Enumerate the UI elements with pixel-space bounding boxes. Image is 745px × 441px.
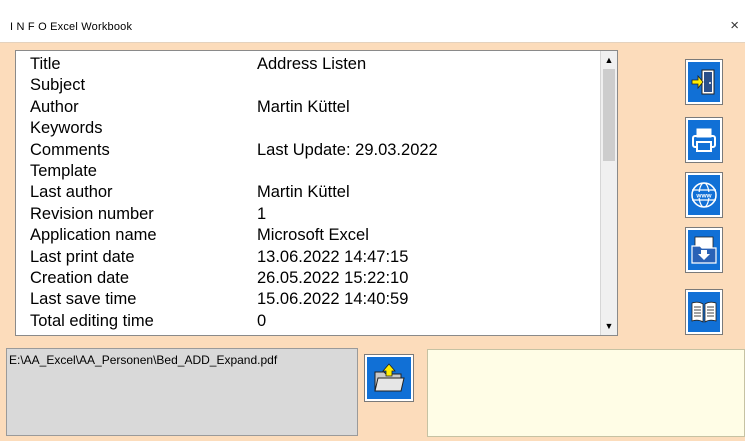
- property-value: 13.06.2022 14:47:15: [257, 247, 409, 266]
- property-value: Last Update: 29.03.2022: [257, 140, 438, 159]
- property-label: Template: [30, 161, 97, 180]
- property-label: Revision number: [30, 204, 154, 223]
- www-globe-icon: www: [691, 182, 717, 208]
- property-value: [257, 75, 600, 96]
- property-label: Application name: [30, 226, 157, 245]
- property-value: 15.06.2022 14:40:59: [257, 290, 409, 309]
- property-label: Last author: [30, 183, 113, 202]
- property-row[interactable]: Comments Last Update: 29.03.2022: [30, 140, 600, 161]
- property-label: Comments: [30, 140, 110, 159]
- property-row[interactable]: Title Address Listen: [30, 54, 600, 75]
- close-button[interactable]: ×: [730, 17, 739, 34]
- scroll-thumb[interactable]: [603, 69, 615, 161]
- property-value: Address Listen: [257, 55, 367, 73]
- property-value: Microsoft Excel: [257, 226, 369, 245]
- property-value: 26.05.2022 15:22:10: [257, 268, 409, 287]
- property-label: Last save time: [30, 290, 137, 309]
- property-row[interactable]: Total editing time 0: [30, 311, 600, 332]
- property-value: Martin Küttel: [257, 97, 350, 116]
- web-button[interactable]: www: [686, 173, 722, 217]
- property-row[interactable]: Creation date 26.05.2022 15:22:10: [30, 268, 600, 289]
- property-value: [257, 161, 600, 182]
- file-path-field[interactable]: E:\AA_Excel\AA_Personen\Bed_ADD_Expand.p…: [6, 348, 358, 436]
- book-button[interactable]: [686, 290, 722, 334]
- property-label: Author: [30, 97, 79, 116]
- property-row[interactable]: Keywords: [30, 118, 600, 139]
- book-icon: [691, 301, 717, 323]
- print-button[interactable]: [686, 118, 722, 162]
- property-row[interactable]: Template: [30, 161, 600, 182]
- file-path-text: E:\AA_Excel\AA_Personen\Bed_ADD_Expand.p…: [9, 353, 278, 367]
- exit-door-icon: [691, 69, 715, 95]
- scroll-down-arrow[interactable]: ▼: [601, 318, 617, 334]
- property-value: Martin Küttel: [257, 183, 350, 202]
- property-row[interactable]: Author Martin Küttel: [30, 97, 600, 118]
- properties-listbox[interactable]: Title Address Listen Subject Author Martin K…: [15, 50, 618, 336]
- property-row[interactable]: Last save time 15.06.2022 14:40:59: [30, 289, 600, 310]
- open-file-button[interactable]: [365, 355, 413, 401]
- property-row[interactable]: Subject: [30, 75, 600, 96]
- vertical-scrollbar[interactable]: ▲ ▼: [600, 51, 617, 335]
- property-label: Title: [30, 55, 61, 73]
- property-label: Keywords: [30, 119, 103, 138]
- folder-download-icon: [691, 236, 717, 264]
- property-value: 1: [257, 204, 267, 223]
- printer-icon: [692, 128, 716, 152]
- property-row[interactable]: Last print date 13.06.2022 14:47:15: [30, 247, 600, 268]
- property-label: Last print date: [30, 247, 135, 266]
- property-row[interactable]: Revision number 1: [30, 204, 600, 225]
- property-row[interactable]: Last author Martin Küttel: [30, 182, 600, 203]
- property-value: [257, 118, 600, 139]
- title-bar: I N F O Excel Workbook ×: [0, 0, 745, 43]
- folder-upload-icon: [374, 363, 405, 392]
- svg-text:www: www: [695, 193, 712, 200]
- property-label: Total editing time: [30, 311, 154, 330]
- property-row[interactable]: Application name Microsoft Excel: [30, 225, 600, 246]
- notes-field[interactable]: [427, 349, 745, 437]
- property-value: 0: [257, 311, 267, 330]
- window-title: I N F O Excel Workbook: [10, 21, 133, 33]
- property-label: Subject: [30, 76, 86, 95]
- property-label: Creation date: [30, 268, 130, 287]
- save-pdf-button[interactable]: [686, 228, 722, 272]
- exit-button[interactable]: [686, 60, 722, 104]
- properties-list: Title Address Listen Subject Author Martin K…: [30, 54, 600, 332]
- scroll-up-arrow[interactable]: ▲: [601, 52, 617, 68]
